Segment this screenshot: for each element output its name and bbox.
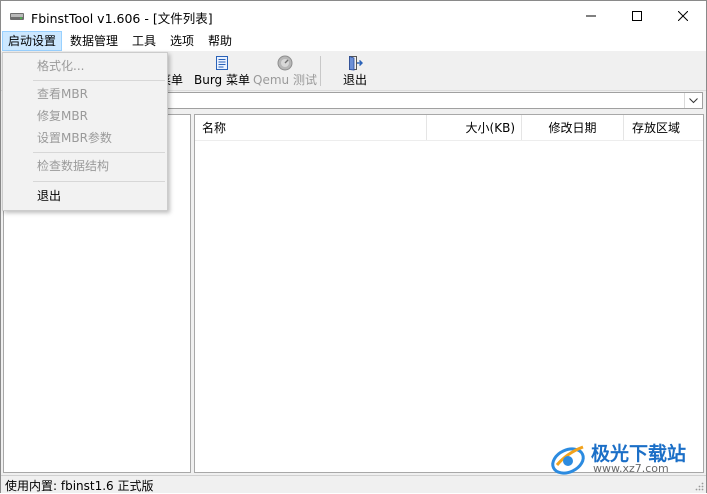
device-select[interactable] bbox=[167, 92, 703, 109]
window-title: FbinstTool v1.606 - [文件列表] bbox=[31, 11, 213, 26]
menu-item-format[interactable]: 格式化... bbox=[3, 55, 167, 77]
toolbar-separator bbox=[320, 56, 321, 86]
menu-bar: 启动设置 数据管理 工具 选项 帮助 bbox=[1, 31, 706, 51]
burg-menu-button[interactable]: Burg 菜单 bbox=[193, 52, 251, 90]
exit-label: 退出 bbox=[342, 73, 367, 87]
status-text: 使用内置: fbinst1.6 正式版 bbox=[5, 479, 154, 493]
watermark-url: www.xz7.com bbox=[593, 462, 669, 475]
gauge-icon bbox=[277, 55, 293, 71]
column-header-area[interactable]: 存放区域 bbox=[624, 115, 703, 140]
minimize-icon bbox=[586, 15, 596, 17]
file-list[interactable]: 名称 大小(KB) 修改日期 存放区域 bbox=[194, 114, 704, 473]
menu-item-exit[interactable]: 退出 bbox=[3, 185, 167, 207]
menu-boot-settings[interactable]: 启动设置 bbox=[2, 31, 63, 51]
column-header-name[interactable]: 名称 bbox=[195, 115, 427, 140]
resize-grip-icon[interactable] bbox=[694, 481, 704, 491]
brand-logo-icon bbox=[551, 445, 585, 475]
file-list-header: 名称 大小(KB) 修改日期 存放区域 bbox=[195, 115, 703, 141]
menu-separator bbox=[33, 181, 165, 182]
menu-data-management[interactable]: 数据管理 bbox=[65, 31, 123, 51]
menu-item-check-structure[interactable]: 检查数据结构 bbox=[3, 155, 167, 177]
dropdown-button[interactable] bbox=[684, 93, 701, 108]
disk-icon bbox=[10, 13, 24, 20]
column-header-date[interactable]: 修改日期 bbox=[522, 115, 624, 140]
document-icon bbox=[216, 56, 228, 70]
burg-menu-label: Burg 菜单 bbox=[194, 73, 250, 87]
close-button[interactable] bbox=[660, 1, 706, 31]
chevron-down-icon bbox=[688, 97, 698, 103]
qemu-test-label: Qemu 测试 bbox=[253, 73, 317, 87]
maximize-icon bbox=[632, 11, 642, 21]
title-bar: FbinstTool v1.606 - [文件列表] bbox=[1, 1, 706, 31]
column-header-size[interactable]: 大小(KB) bbox=[427, 115, 522, 140]
minimize-button[interactable] bbox=[568, 1, 614, 31]
exit-button[interactable]: 退出 bbox=[335, 52, 375, 90]
menu-item-repair-mbr[interactable]: 修复MBR bbox=[3, 105, 167, 127]
menu-item-view-mbr[interactable]: 查看MBR bbox=[3, 83, 167, 105]
maximize-button[interactable] bbox=[614, 1, 660, 31]
app-window: FbinstTool v1.606 - [文件列表] 启动设置 数据管理 工具 … bbox=[0, 0, 707, 493]
menu-separator bbox=[33, 80, 165, 81]
menu-options[interactable]: 选项 bbox=[165, 31, 199, 51]
close-icon bbox=[678, 11, 688, 21]
qemu-test-button[interactable]: Qemu 测试 bbox=[253, 52, 317, 90]
exit-door-icon bbox=[349, 55, 363, 71]
boot-settings-menu: 格式化... 查看MBR 修复MBR 设置MBR参数 检查数据结构 退出 bbox=[2, 52, 168, 211]
menu-help[interactable]: 帮助 bbox=[203, 31, 237, 51]
menu-separator bbox=[33, 152, 165, 153]
watermark: 极光下载站 www.xz7.com bbox=[549, 439, 705, 479]
menu-item-mbr-params[interactable]: 设置MBR参数 bbox=[3, 127, 167, 149]
menu-tools[interactable]: 工具 bbox=[127, 31, 161, 51]
